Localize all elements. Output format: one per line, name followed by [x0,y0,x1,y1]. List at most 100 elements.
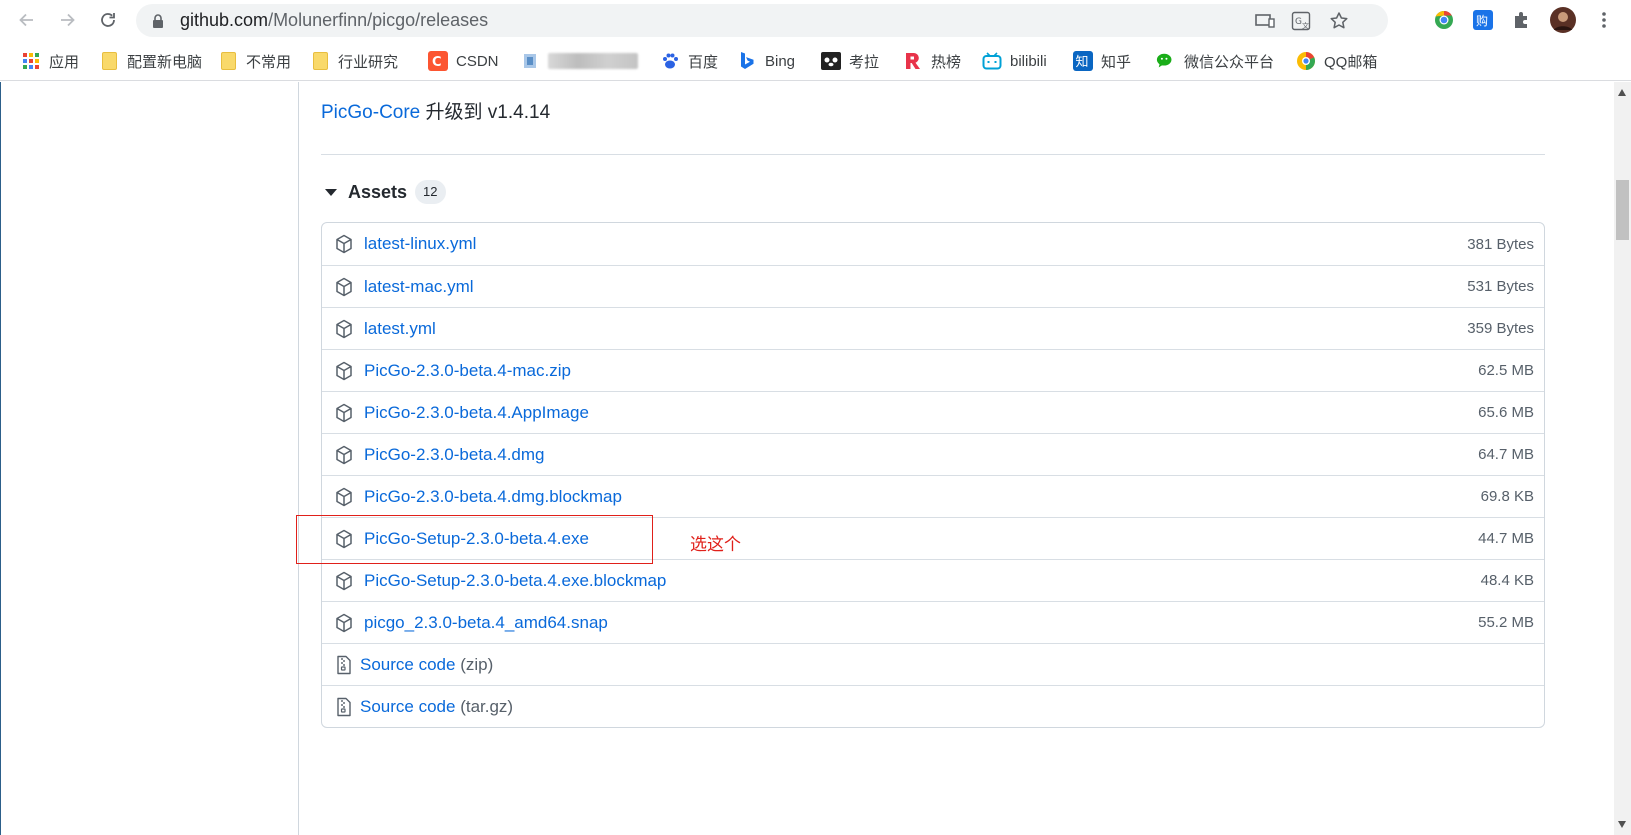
asset-link[interactable]: PicGo-2.3.0-beta.4.dmg [364,445,544,465]
asset-link[interactable]: picgo_2.3.0-beta.4_amd64.snap [364,613,608,633]
divider [321,154,1545,155]
asset-row: PicGo-Setup-2.3.0-beta.4.exe.blockmap 48… [322,559,1544,601]
bookmark-rebang[interactable]: 热榜 [903,49,961,73]
shopping-extension-icon[interactable]: 购 [1469,6,1497,34]
source-code-zip-link[interactable]: Source code (zip) [360,655,493,675]
asset-link[interactable]: PicGo-Setup-2.3.0-beta.4.exe [364,529,589,549]
bookmark-wechat-mp[interactable]: 微信公众平台 [1156,49,1274,73]
asset-link[interactable]: latest.yml [364,319,436,339]
profile-avatar[interactable] [1549,6,1577,34]
svg-text:购: 购 [1476,13,1488,28]
source-code-row: Source code (tar.gz) [322,685,1544,727]
back-button[interactable] [11,4,43,36]
asset-link[interactable]: latest-linux.yml [364,234,476,254]
asset-link[interactable]: PicGo-Setup-2.3.0-beta.4.exe.blockmap [364,571,666,591]
source-code-label: Source code [360,654,456,674]
forward-arrow-icon [61,13,75,27]
asset-size: 48.4 KB [1480,572,1534,589]
bookmark-label: 应用 [49,53,80,71]
scroll-thumb[interactable] [1616,180,1629,240]
bookmark-star-icon[interactable] [1328,10,1350,32]
bookmark-folder-industry-research[interactable]: 行业研究 [310,49,398,73]
bookmark-label: 不常用 [246,53,292,71]
assets-toggle[interactable]: Assets 12 [321,178,446,206]
qqmail-icon [1296,51,1316,71]
bookmark-folder-rarely-used[interactable]: 不常用 [218,49,291,73]
scroll-up-arrow-icon[interactable] [1618,89,1626,96]
assets-list: latest-linux.yml 381 Bytes latest-mac.ym… [321,222,1545,728]
assets-count-badge: 12 [415,180,446,204]
release-note-line: PicGo-Core 升级到 v1.4.14 [321,97,550,124]
bookmark-zhihu[interactable]: 知 知乎 [1073,49,1131,73]
address-bar[interactable]: github.com/Molunerfinn/picgo/releases G文 [136,4,1388,37]
asset-link[interactable]: PicGo-2.3.0-beta.4-mac.zip [364,361,571,381]
bookmark-label: 行业研究 [338,53,399,71]
zhihu-icon: 知 [1073,51,1093,71]
bookmark-baidu[interactable]: 百度 [660,49,718,73]
bookmark-bing[interactable]: Bing [737,49,795,73]
bookmark-csdn[interactable]: C CSDN [428,49,499,73]
url-text: github.com/Molunerfinn/picgo/releases [180,10,489,30]
apps-grid-icon [21,51,41,71]
bookmark-label: CSDN [456,52,499,70]
folder-icon [218,51,238,71]
package-icon [334,487,354,507]
asset-link[interactable]: latest-mac.yml [364,277,474,297]
package-icon [334,571,354,591]
bookmark-label: 百度 [688,53,719,71]
csdn-icon: C [428,51,448,71]
bookmark-bilibili[interactable]: bilibili [982,49,1047,73]
asset-link[interactable]: PicGo-2.3.0-beta.4.AppImage [364,403,589,423]
cast-icon[interactable] [1254,10,1276,32]
asset-row-selected-exe: PicGo-Setup-2.3.0-beta.4.exe 44.7 MB [322,517,1544,559]
translate-icon[interactable]: G文 [1290,10,1312,32]
assets-title: Assets [348,181,408,202]
asset-link[interactable]: PicGo-2.3.0-beta.4.dmg.blockmap [364,487,622,507]
bilibili-icon [982,51,1002,71]
source-code-row: Source code (zip) [322,643,1544,685]
asset-row: PicGo-2.3.0-beta.4-mac.zip 62.5 MB [322,349,1544,391]
page-content: PicGo-Core 升级到 v1.4.14 Assets 12 latest-… [0,82,1614,835]
folder-icon [310,51,330,71]
extensions-puzzle-icon[interactable] [1508,6,1536,34]
asset-size: 65.6 MB [1478,404,1534,421]
menu-kebab-icon[interactable] [1590,6,1618,34]
bookmark-kaola[interactable]: 考拉 [821,49,879,73]
svg-text:C: C [432,55,442,70]
chrome-extension-icon[interactable] [1430,6,1458,34]
caret-down-icon [325,188,337,196]
scroll-down-arrow-icon[interactable] [1618,821,1626,828]
zip-file-icon [334,697,354,717]
bookmark-label: 微信公众平台 [1184,53,1275,71]
bookmark-apps[interactable]: 应用 [21,49,79,73]
bookmark-folder-new-pc[interactable]: 配置新电脑 [99,49,202,73]
asset-row: latest.yml 359 Bytes [322,307,1544,349]
svg-text:G: G [1295,17,1302,27]
bookmark-blurred[interactable] [520,49,638,73]
reload-button[interactable] [92,4,124,36]
package-icon [334,403,354,423]
asset-row: PicGo-2.3.0-beta.4.dmg.blockmap 69.8 KB [322,475,1544,517]
vertical-scrollbar[interactable] [1614,82,1631,835]
folder-icon [99,51,119,71]
picgo-core-link[interactable]: PicGo-Core [321,102,420,123]
blurred-bookmark-icon [520,51,540,71]
bookmark-label: 配置新电脑 [127,53,203,71]
package-icon [334,613,354,633]
asset-row: PicGo-2.3.0-beta.4.dmg 64.7 MB [322,433,1544,475]
bookmark-label: 考拉 [849,53,880,71]
asset-size: 381 Bytes [1467,235,1534,253]
bookmark-label: 知乎 [1101,53,1132,71]
asset-row: latest-mac.yml 531 Bytes [322,265,1544,307]
reload-icon [101,13,115,27]
bookmark-qqmail[interactable]: QQ邮箱 [1296,49,1377,73]
bookmark-label: Bing [765,52,796,70]
asset-size: 64.7 MB [1478,446,1534,463]
asset-size: 62.5 MB [1478,362,1534,379]
browser-toolbar: github.com/Molunerfinn/picgo/releases G文… [0,0,1631,41]
source-code-targz-link[interactable]: Source code (tar.gz) [360,697,513,717]
left-pane [0,82,299,835]
koala-icon [821,51,841,71]
source-code-ext: (tar.gz) [460,696,514,716]
forward-button[interactable] [51,4,83,36]
